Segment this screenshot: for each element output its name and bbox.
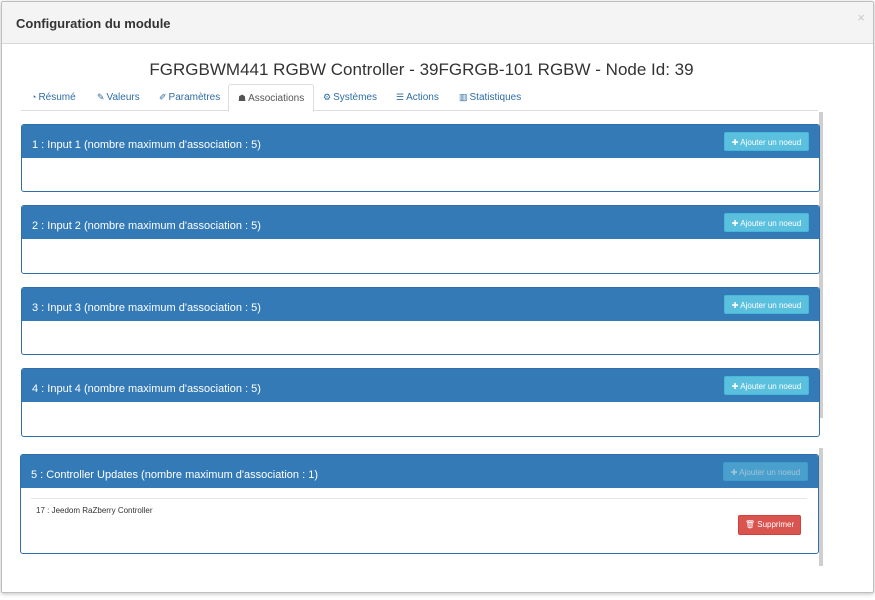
tab-label: Paramètres — [168, 92, 221, 103]
association-group-5: 5 : Controller Updates (nombre maximum d… — [20, 454, 819, 554]
tab-systemes[interactable]: ⚙ Systèmes — [323, 84, 377, 110]
tab-statistiques[interactable]: ▥ Statistiques — [459, 84, 521, 110]
cogs-icon: ⚙ — [323, 92, 332, 102]
modal-header: Configuration du module × — [2, 2, 873, 44]
close-icon[interactable]: × — [857, 10, 865, 25]
group-heading: 3 : Input 3 (nombre maximum d'associatio… — [22, 288, 819, 321]
tab-associations[interactable]: ☗ Associations — [228, 84, 315, 112]
tab-label: Statistiques — [469, 92, 522, 103]
tab-label: Actions — [406, 92, 439, 103]
scrollbar[interactable] — [819, 448, 823, 566]
tab-actions[interactable]: ☰ Actions — [396, 84, 439, 110]
association-row: 17 : Jeedom RaZberry Controller 🗑 Suppri… — [31, 498, 807, 535]
tab-resume[interactable]: ◔ Résumé — [31, 84, 76, 110]
tab-parametres[interactable]: ✐ Paramètres — [159, 84, 220, 110]
add-node-button[interactable]: ✚ Ajouter un noeud — [724, 295, 809, 314]
tab-label: Systèmes — [333, 92, 377, 103]
tab-label: Valeurs — [106, 92, 140, 103]
add-node-button[interactable]: ✚ Ajouter un noeud — [724, 132, 809, 151]
association-group-3: 3 : Input 3 (nombre maximum d'associatio… — [21, 287, 820, 355]
association-group-1: 1 : Input 1 (nombre maximum d'associatio… — [21, 124, 820, 192]
wrench-icon: ✐ — [159, 92, 167, 102]
group-heading: 4 : Input 4 (nombre maximum d'associatio… — [22, 369, 819, 402]
association-group-2: 2 : Input 2 (nombre maximum d'associatio… — [21, 205, 820, 274]
add-node-button: ✚ Ajouter un noeud — [723, 462, 808, 481]
tab-bar: ◔ Résumé ✎ Valeurs ✐ Paramètres ☗ Associatio… — [21, 84, 818, 112]
delete-button[interactable]: 🗑 Supprimer — [738, 515, 801, 535]
group-title: 5 : Controller Updates (nombre maximum d… — [31, 469, 318, 481]
group-title: 2 : Input 2 (nombre maximum d'associatio… — [32, 220, 261, 232]
add-node-button[interactable]: ✚ Ajouter un noeud — [724, 376, 809, 395]
association-node-label: 17 : Jeedom RaZberry Controller — [36, 506, 153, 515]
group-heading: 2 : Input 2 (nombre maximum d'associatio… — [22, 206, 819, 239]
users-icon: ☗ — [238, 93, 247, 103]
group-title: 3 : Input 3 (nombre maximum d'associatio… — [32, 302, 261, 314]
add-node-button[interactable]: ✚ Ajouter un noeud — [724, 213, 809, 232]
tab-label: Résumé — [38, 92, 76, 103]
tab-label: Associations — [248, 93, 305, 104]
group-heading: 5 : Controller Updates (nombre maximum d… — [21, 455, 818, 488]
tag-icon: ✎ — [97, 92, 105, 102]
group-title: 1 : Input 1 (nombre maximum d'associatio… — [32, 139, 261, 151]
sliders-icon: ☰ — [396, 92, 405, 102]
association-group-4: 4 : Input 4 (nombre maximum d'associatio… — [21, 368, 820, 437]
group-heading: 1 : Input 1 (nombre maximum d'associatio… — [22, 125, 819, 158]
dashboard-icon: ◔ — [31, 92, 37, 102]
bar-chart-icon: ▥ — [459, 92, 468, 102]
tab-valeurs[interactable]: ✎ Valeurs — [97, 84, 140, 110]
group-title: 4 : Input 4 (nombre maximum d'associatio… — [32, 383, 261, 395]
modal-title: Configuration du module — [16, 16, 171, 31]
node-title: FGRGBWM441 RGBW Controller - 39FGRGB-101… — [149, 60, 694, 79]
